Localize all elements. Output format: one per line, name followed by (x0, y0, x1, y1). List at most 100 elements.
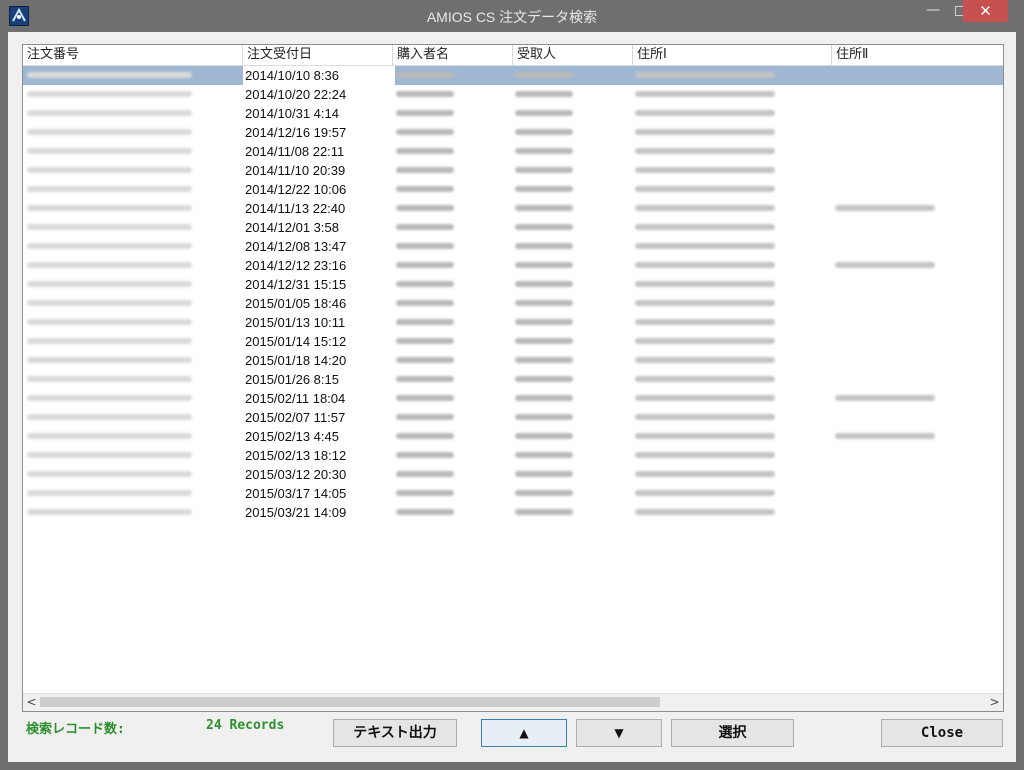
address1-cell-redacted (635, 338, 775, 344)
column-header-order-date[interactable]: 注文受付日 (243, 45, 393, 65)
order-number-cell-redacted (27, 395, 192, 401)
table-row[interactable]: 2014/10/31 4:14 (23, 104, 1003, 123)
buyer-cell-redacted (396, 338, 454, 344)
table-row[interactable]: 2015/02/13 4:45 (23, 427, 1003, 446)
table-row[interactable]: 2014/10/10 8:36 (23, 66, 1003, 85)
minimize-button[interactable]: — (918, 0, 948, 22)
scroll-right-icon[interactable]: > (986, 694, 1003, 711)
table-row[interactable]: 2014/12/12 23:16 (23, 256, 1003, 275)
horizontal-scrollbar[interactable]: < > (23, 693, 1003, 711)
table-row[interactable]: 2015/01/18 14:20 (23, 351, 1003, 370)
order-date-cell: 2015/01/13 10:11 (243, 313, 395, 332)
order-number-cell-redacted (27, 186, 192, 192)
address1-cell-redacted (635, 72, 775, 78)
column-header-order-number[interactable]: 注文番号 (23, 45, 243, 65)
order-date-cell: 2014/12/16 19:57 (243, 123, 395, 142)
table-row[interactable]: 2015/03/12 20:30 (23, 465, 1003, 484)
order-number-cell-redacted (27, 433, 192, 439)
window-close-button[interactable]: ✕ (963, 0, 1008, 22)
order-number-cell-redacted (27, 338, 192, 344)
move-up-button[interactable]: ▲ (481, 719, 567, 747)
order-grid[interactable]: 注文番号 注文受付日 購入者名 受取人 住所Ⅰ 住所Ⅱ 2014/10/10 8… (22, 44, 1004, 712)
order-date-cell: 2014/11/10 20:39 (243, 161, 395, 180)
text-export-button[interactable]: テキスト出力 (333, 719, 457, 747)
app-window: AMIOS CS 注文データ検索 — ✕ 注文番号 注文受付日 購入者名 受取人… (0, 0, 1024, 770)
buyer-cell-redacted (396, 281, 454, 287)
address1-cell-redacted (635, 91, 775, 97)
title-bar[interactable]: AMIOS CS 注文データ検索 — ✕ (0, 0, 1024, 32)
column-header-address1[interactable]: 住所Ⅰ (633, 45, 832, 65)
table-row[interactable]: 2015/02/11 18:04 (23, 389, 1003, 408)
address1-cell-redacted (635, 319, 775, 325)
recipient-cell-redacted (515, 72, 573, 78)
recipient-cell-redacted (515, 357, 573, 363)
recipient-cell-redacted (515, 281, 573, 287)
buyer-cell-redacted (396, 148, 454, 154)
order-date-cell: 2015/01/26 8:15 (243, 370, 395, 389)
table-row[interactable]: 2015/03/21 14:09 (23, 503, 1003, 522)
order-date-cell: 2014/12/22 10:06 (243, 180, 395, 199)
grid-header: 注文番号 注文受付日 購入者名 受取人 住所Ⅰ 住所Ⅱ (23, 45, 1003, 66)
address1-cell-redacted (635, 395, 775, 401)
table-row[interactable]: 2014/10/20 22:24 (23, 85, 1003, 104)
order-number-cell-redacted (27, 72, 192, 78)
recipient-cell-redacted (515, 376, 573, 382)
address1-cell-redacted (635, 186, 775, 192)
table-row[interactable]: 2015/02/13 18:12 (23, 446, 1003, 465)
buyer-cell-redacted (396, 414, 454, 420)
order-date-cell: 2014/12/08 13:47 (243, 237, 395, 256)
order-date-cell: 2015/03/17 14:05 (243, 484, 395, 503)
table-row[interactable]: 2014/12/08 13:47 (23, 237, 1003, 256)
buyer-cell-redacted (396, 452, 454, 458)
column-header-address2[interactable]: 住所Ⅱ (832, 45, 1003, 65)
order-number-cell-redacted (27, 414, 192, 420)
table-row[interactable]: 2014/11/13 22:40 (23, 199, 1003, 218)
address1-cell-redacted (635, 376, 775, 382)
address1-cell-redacted (635, 471, 775, 477)
buyer-cell-redacted (396, 186, 454, 192)
address1-cell-redacted (635, 243, 775, 249)
scroll-left-icon[interactable]: < (23, 694, 40, 711)
table-row[interactable]: 2014/12/22 10:06 (23, 180, 1003, 199)
order-number-cell-redacted (27, 357, 192, 363)
buyer-cell-redacted (396, 205, 454, 211)
address1-cell-redacted (635, 490, 775, 496)
table-row[interactable]: 2014/12/31 15:15 (23, 275, 1003, 294)
table-row[interactable]: 2014/11/10 20:39 (23, 161, 1003, 180)
table-row[interactable]: 2015/02/07 11:57 (23, 408, 1003, 427)
recipient-cell-redacted (515, 224, 573, 230)
move-down-button[interactable]: ▼ (576, 719, 662, 747)
scrollbar-thumb[interactable] (40, 697, 660, 707)
column-header-recipient[interactable]: 受取人 (513, 45, 633, 65)
buyer-cell-redacted (396, 509, 454, 515)
buyer-cell-redacted (396, 129, 454, 135)
table-row[interactable]: 2014/12/01 3:58 (23, 218, 1003, 237)
order-number-cell-redacted (27, 148, 192, 154)
order-date-cell: 2014/11/08 22:11 (243, 142, 395, 161)
table-row[interactable]: 2015/01/13 10:11 (23, 313, 1003, 332)
table-row[interactable]: 2015/01/26 8:15 (23, 370, 1003, 389)
record-count-value: 24 Records (206, 718, 285, 733)
column-header-buyer[interactable]: 購入者名 (393, 45, 513, 65)
recipient-cell-redacted (515, 205, 573, 211)
table-row[interactable]: 2015/03/17 14:05 (23, 484, 1003, 503)
order-number-cell-redacted (27, 300, 192, 306)
order-number-cell-redacted (27, 110, 192, 116)
address1-cell-redacted (635, 281, 775, 287)
table-row[interactable]: 2015/01/05 18:46 (23, 294, 1003, 313)
address1-cell-redacted (635, 300, 775, 306)
recipient-cell-redacted (515, 129, 573, 135)
table-row[interactable]: 2014/11/08 22:11 (23, 142, 1003, 161)
address2-cell-redacted (835, 395, 935, 401)
table-row[interactable]: 2015/01/14 15:12 (23, 332, 1003, 351)
select-button[interactable]: 選択 (671, 719, 794, 747)
address1-cell-redacted (635, 452, 775, 458)
recipient-cell-redacted (515, 300, 573, 306)
order-date-cell: 2015/01/05 18:46 (243, 294, 395, 313)
order-number-cell-redacted (27, 376, 192, 382)
order-date-cell: 2014/11/13 22:40 (243, 199, 395, 218)
window-title: AMIOS CS 注文データ検索 (426, 9, 598, 25)
table-row[interactable]: 2014/12/16 19:57 (23, 123, 1003, 142)
close-button[interactable]: Close (881, 719, 1003, 747)
recipient-cell-redacted (515, 471, 573, 477)
